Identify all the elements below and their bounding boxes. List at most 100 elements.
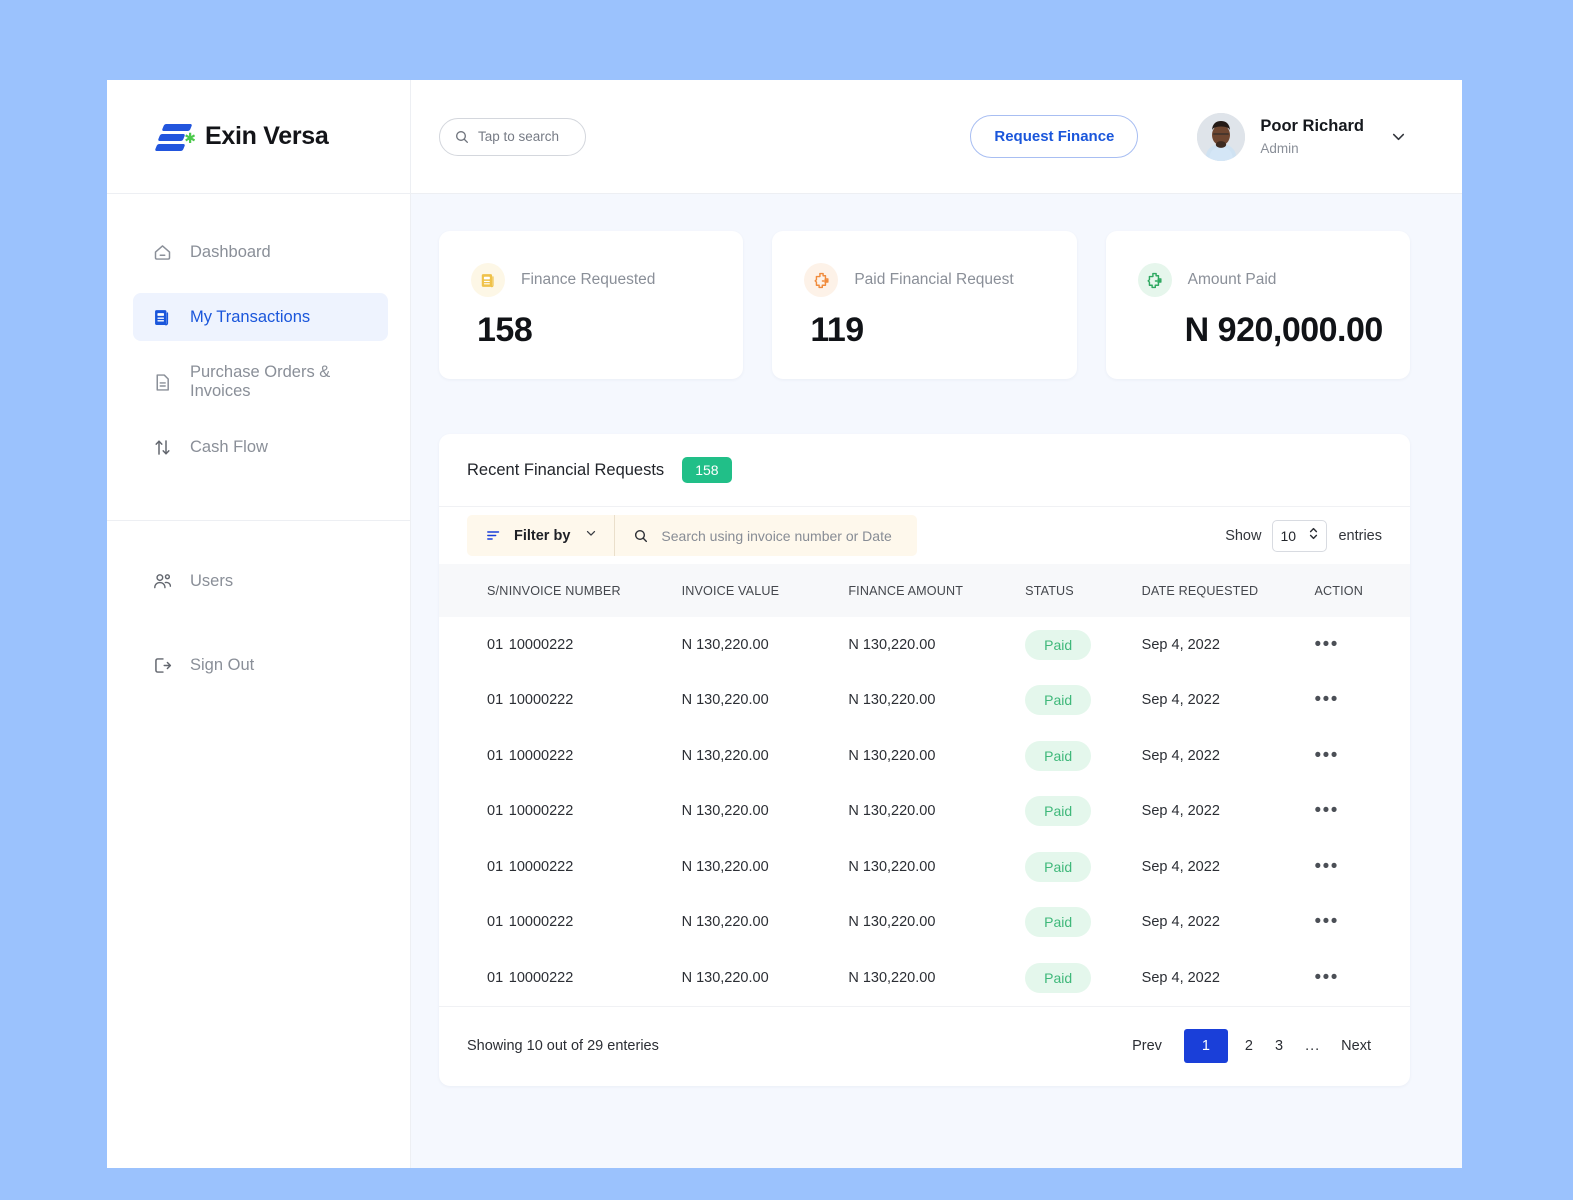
row-actions-button[interactable]: ••• (1314, 745, 1338, 766)
sidebar-nav-primary: Dashboard My Transactions Purchase Order… (107, 194, 410, 495)
search-icon (633, 528, 649, 544)
table-row[interactable]: 01 10000222 N 130,220.00 N 130,220.00 Pa… (439, 728, 1410, 784)
avatar (1197, 112, 1246, 161)
stat-value: 119 (810, 311, 864, 349)
row-actions-button[interactable]: ••• (1314, 911, 1338, 932)
pagination-page-3[interactable]: 3 (1264, 1038, 1294, 1054)
cell-invoice-number: 10000222 (508, 858, 574, 875)
user-role: Admin (1260, 141, 1299, 157)
table-row[interactable]: 01 10000222 N 130,220.00 N 130,220.00 Pa… (439, 784, 1410, 840)
row-actions-button[interactable]: ••• (1314, 967, 1338, 988)
receipt-icon (471, 263, 505, 297)
recent-financial-requests-panel: Recent Financial Requests 158 Filter by … (439, 434, 1410, 1086)
pagination-page-1[interactable]: 1 (1183, 1029, 1228, 1063)
sidebar-item-dashboard[interactable]: Dashboard (133, 228, 388, 276)
row-actions-button[interactable]: ••• (1314, 856, 1338, 877)
cell-invoice-value: N 130,220.00 (681, 803, 769, 820)
home-icon (151, 241, 173, 263)
col-header-invoice-value: INVOICE VALUE (681, 583, 780, 598)
table-row[interactable]: 01 10000222 N 130,220.00 N 130,220.00 Pa… (439, 839, 1410, 895)
sidebar-item-label: Users (190, 571, 234, 590)
cell-invoice-value: N 130,220.00 (681, 914, 769, 931)
cell-status: Paid (1025, 950, 1142, 1006)
user-name: Poor Richard (1260, 116, 1364, 135)
table-row[interactable]: 01 10000222 N 130,220.00 N 130,220.00 Pa… (439, 950, 1410, 1006)
table-row[interactable]: 01 10000222 N 130,220.00 N 130,220.00 Pa… (439, 617, 1410, 673)
filter-by-dropdown[interactable]: Filter by (467, 515, 616, 556)
document-icon (151, 371, 173, 393)
table-row[interactable]: 01 10000222 N 130,220.00 N 130,220.00 Pa… (439, 895, 1410, 951)
panel-title: Recent Financial Requests (467, 460, 665, 479)
cell-action: ••• (1314, 895, 1410, 951)
stat-card-paid-financial-request: Paid Financial Request 119 (772, 231, 1077, 379)
pagination-page-2[interactable]: 2 (1234, 1038, 1264, 1054)
filter-search-group: Filter by (467, 515, 918, 556)
table-footer: Showing 10 out of 29 enteries Prev 1 2 3… (439, 1005, 1410, 1086)
invoice-search-input[interactable] (661, 527, 918, 544)
status-badge: Paid (1025, 907, 1092, 938)
cell-sn: 01 (487, 636, 504, 653)
count-badge: 158 (682, 457, 732, 483)
sidebar-item-label: Dashboard (190, 242, 271, 261)
request-finance-button[interactable]: Request Finance (970, 115, 1139, 158)
chevron-down-icon (584, 526, 598, 545)
entries-per-page-select[interactable]: 10 (1272, 519, 1328, 552)
cell-invoice-value: N 130,220.00 (681, 858, 769, 875)
row-actions-button[interactable]: ••• (1314, 634, 1338, 655)
cell-sn: 01 (487, 692, 504, 709)
cell-status: Paid (1025, 784, 1142, 840)
stepper-icon (1308, 526, 1319, 545)
row-actions-button[interactable]: ••• (1314, 689, 1338, 710)
cell-date-requested: Sep 4, 2022 (1141, 803, 1220, 820)
puzzle-arrow-icon (1137, 263, 1172, 297)
cell-date-requested: Sep 4, 2022 (1141, 692, 1220, 709)
stat-head: Amount Paid (1137, 263, 1410, 297)
cell-invoice-value: N 130,220.00 (681, 969, 769, 986)
pagination-prev[interactable]: Prev (1121, 1038, 1178, 1054)
invoice-search[interactable] (615, 515, 918, 556)
sidebar-nav-secondary: Users Sign Out (107, 520, 410, 725)
stat-label: Amount Paid (1187, 271, 1277, 288)
cell-status: Paid (1025, 839, 1142, 895)
filter-by-label: Filter by (514, 527, 571, 544)
global-search[interactable] (439, 117, 586, 156)
cell-invoice-value: N 130,220.00 (681, 636, 769, 653)
chevron-down-icon[interactable] (1389, 127, 1408, 146)
app-window: ✱ Exin Versa Dashboard My Transactions P… (107, 80, 1462, 1168)
table-row[interactable]: 01 10000222 N 130,220.00 N 130,220.00 Pa… (439, 673, 1410, 729)
sidebar-item-my-transactions[interactable]: My Transactions (133, 293, 388, 341)
cell-sn: 01 (487, 914, 504, 931)
sidebar-item-purchase-orders-invoices[interactable]: Purchase Orders & Invoices (133, 358, 388, 406)
sidebar-item-sign-out[interactable]: Sign Out (133, 641, 388, 689)
puzzle-arrow-icon (804, 263, 839, 297)
status-badge: Paid (1025, 629, 1092, 660)
user-menu[interactable]: Poor Richard Admin (1197, 112, 1408, 161)
cell-status: Paid (1025, 673, 1142, 729)
row-actions-button[interactable]: ••• (1314, 800, 1338, 821)
cell-status: Paid (1025, 617, 1142, 673)
cell-status: Paid (1025, 895, 1142, 951)
search-input[interactable] (478, 129, 578, 144)
pagination-ellipsis: ... (1305, 1038, 1321, 1054)
table-body: 01 10000222 N 130,220.00 N 130,220.00 Pa… (439, 617, 1410, 1006)
arrows-updown-icon (151, 436, 173, 458)
sidebar-item-label: Purchase Orders & Invoices (190, 363, 331, 400)
cell-invoice-value: N 130,220.00 (681, 747, 769, 764)
status-badge: Paid (1025, 796, 1092, 827)
users-icon (151, 570, 173, 592)
col-header-sn: S/N (487, 583, 509, 598)
sidebar-item-cash-flow[interactable]: Cash Flow (133, 423, 388, 471)
cell-invoice-number: 10000222 (508, 914, 574, 931)
cell-invoice-value: N 130,220.00 (681, 692, 769, 709)
status-badge: Paid (1025, 851, 1092, 882)
pagination-next[interactable]: Next (1331, 1038, 1382, 1054)
show-label: Show (1225, 527, 1262, 544)
cell-status: Paid (1025, 728, 1142, 784)
cell-invoice-number: 10000222 (508, 747, 574, 764)
cell-finance-amount: N 130,220.00 (848, 636, 936, 653)
sidebar-item-users[interactable]: Users (133, 557, 388, 605)
filter-icon (485, 527, 502, 544)
cell-sn: 01 (487, 803, 504, 820)
financial-requests-table: S/N INVOICE NUMBER INVOICE VALUE FINANCE… (439, 564, 1410, 1006)
cell-invoice-number: 10000222 (508, 692, 574, 709)
